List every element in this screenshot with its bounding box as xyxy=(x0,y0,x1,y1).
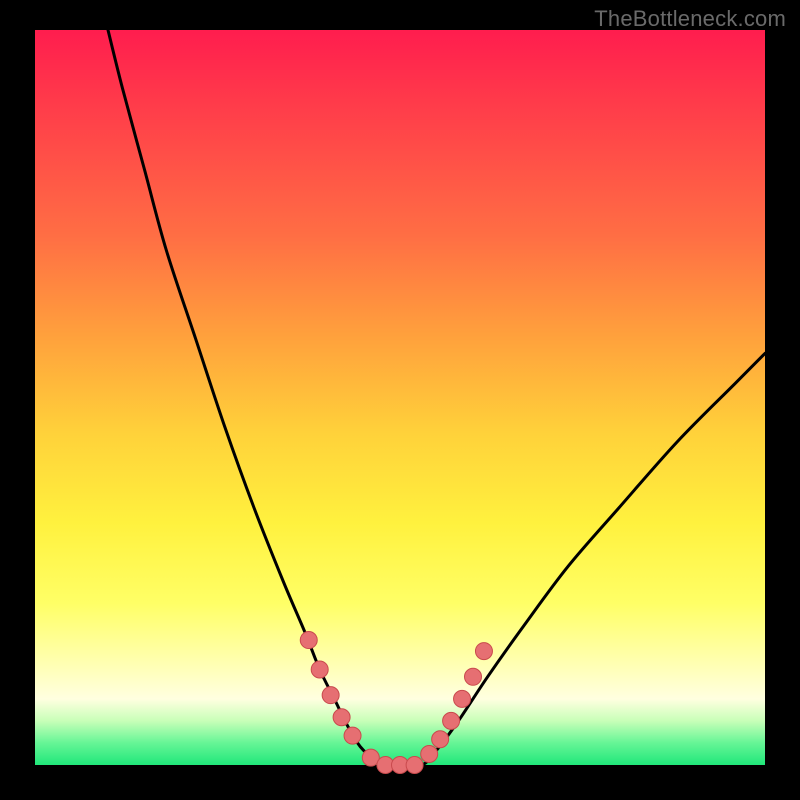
marker-dot xyxy=(475,643,492,660)
marker-dot xyxy=(443,712,460,729)
bottleneck-curve-svg xyxy=(35,30,765,765)
marker-dot xyxy=(311,661,328,678)
plot-area xyxy=(35,30,765,765)
marker-dot xyxy=(454,690,471,707)
marker-dot xyxy=(421,745,438,762)
marker-dot xyxy=(432,731,449,748)
marker-dot xyxy=(333,709,350,726)
outer-frame: TheBottleneck.com xyxy=(0,0,800,800)
highlight-markers xyxy=(300,632,492,774)
watermark-text: TheBottleneck.com xyxy=(594,6,786,32)
marker-dot xyxy=(344,727,361,744)
marker-dot xyxy=(406,757,423,774)
marker-dot xyxy=(322,687,339,704)
marker-dot xyxy=(465,668,482,685)
marker-dot xyxy=(300,632,317,649)
bottleneck-curve-path xyxy=(108,30,765,766)
